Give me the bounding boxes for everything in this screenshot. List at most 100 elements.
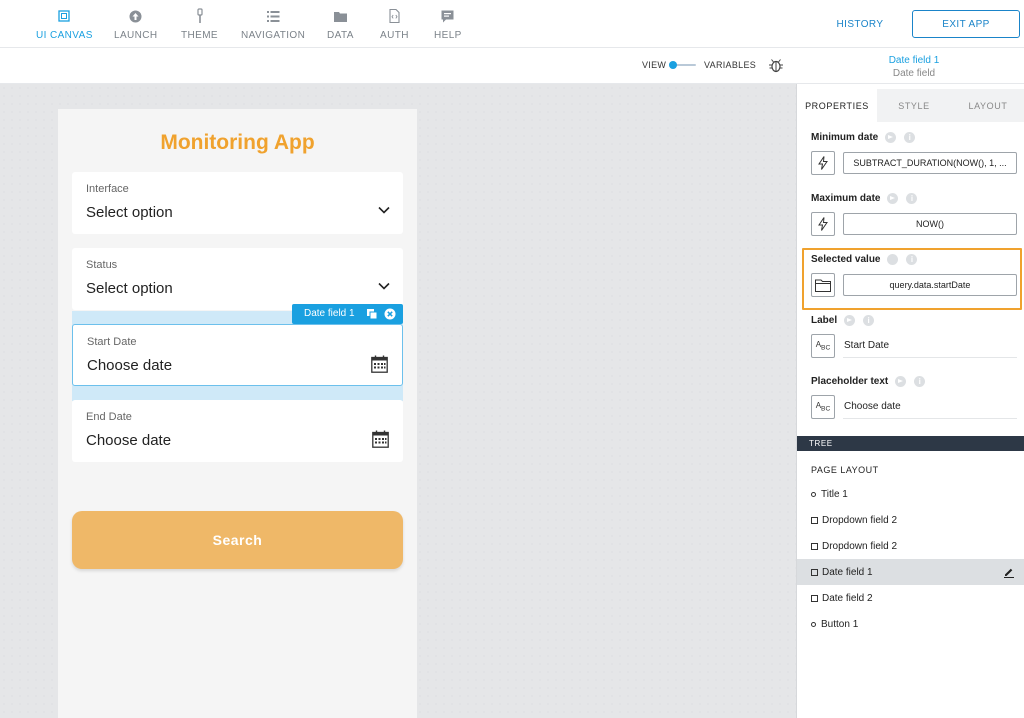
field-value: Choose date: [86, 432, 172, 449]
equals-icon[interactable]: [887, 254, 899, 265]
tree-item-dropdown-field[interactable]: Dropdown field 2: [797, 507, 1024, 533]
tree-item-date-field-1[interactable]: Date field 1: [797, 559, 1024, 585]
field-value: Select option: [86, 280, 173, 297]
text-type-icon: ABC: [815, 340, 831, 352]
placeholder-value[interactable]: Choose date: [843, 395, 1017, 419]
app-title[interactable]: Monitoring App: [58, 131, 417, 155]
calendar-icon: [371, 355, 388, 373]
property-title: Minimum date: [811, 132, 879, 143]
arrow-icon[interactable]: [885, 132, 897, 143]
end-date-field[interactable]: End Date Choose date: [72, 400, 403, 462]
info-icon[interactable]: i: [906, 254, 918, 265]
nav-navigation[interactable]: NAVIGATION: [241, 8, 305, 41]
tree-header: TREE: [797, 436, 1024, 451]
folder-icon: [332, 8, 348, 24]
formula-type-button[interactable]: [811, 151, 835, 175]
nav-label: THEME: [181, 30, 218, 41]
nav-theme[interactable]: THEME: [181, 8, 218, 41]
arrow-icon[interactable]: [895, 376, 907, 387]
variables-label: VARIABLES: [704, 60, 757, 70]
selection-tag[interactable]: Date field 1: [292, 304, 403, 324]
tree-item-label: Date field 1: [822, 566, 873, 578]
property-row: NOW(): [811, 212, 1017, 236]
history-button[interactable]: HISTORY: [826, 12, 894, 36]
nav-launch[interactable]: LAUNCH: [114, 8, 158, 41]
tree-item-label: Dropdown field 2: [822, 540, 898, 552]
status-dropdown[interactable]: Status Select option: [72, 248, 403, 310]
tree-item-date-field-2[interactable]: Date field 2: [797, 585, 1024, 611]
nav-label: HELP: [434, 30, 462, 41]
tab-properties[interactable]: PROPERTIES: [797, 89, 877, 122]
selected-value-property: Selected value i query.data.startDate: [811, 254, 1017, 297]
field-label: Status: [86, 259, 118, 271]
field-label: Start Date: [87, 336, 137, 348]
arrow-icon[interactable]: [887, 193, 899, 204]
bug-icon[interactable]: [768, 57, 784, 73]
calendar-icon: [372, 430, 389, 448]
launch-icon: [128, 8, 144, 24]
arrow-icon[interactable]: [844, 315, 856, 326]
info-icon[interactable]: i: [914, 376, 926, 387]
label-value[interactable]: Start Date: [843, 334, 1017, 358]
close-icon[interactable]: [384, 308, 396, 320]
label-property: Label i ABC Start Date: [811, 315, 1017, 358]
copy-icon[interactable]: [366, 308, 378, 320]
nav-auth[interactable]: AUTH: [380, 8, 409, 41]
toggle-knob: [669, 61, 677, 69]
edit-icon[interactable]: [1003, 566, 1015, 578]
tree-item-label: Button 1: [821, 618, 859, 630]
selection-tag-label: Date field 1: [304, 308, 355, 319]
chevron-down-icon: [378, 206, 390, 214]
app-preview: Monitoring App Interface Select option S…: [58, 109, 417, 718]
text-type-button[interactable]: ABC: [811, 395, 835, 419]
folder-icon: [815, 279, 831, 292]
help-icon: [440, 8, 456, 24]
interface-dropdown[interactable]: Interface Select option: [72, 172, 403, 234]
property-title: Maximum date: [811, 193, 881, 204]
info-icon[interactable]: i: [904, 132, 916, 143]
field-value: Choose date: [87, 357, 173, 374]
field-label: Interface: [86, 183, 129, 195]
nav-label: AUTH: [380, 30, 409, 41]
nav-ui-canvas[interactable]: UI CANVAS: [36, 8, 93, 41]
square-icon: [811, 568, 818, 576]
start-date-field[interactable]: Start Date Choose date: [72, 324, 403, 386]
selected-component-name: Date field 1: [888, 55, 940, 66]
formula-type-button[interactable]: [811, 212, 835, 236]
view-variables-toggle[interactable]: [668, 59, 698, 71]
selected-component-type: Date field: [892, 68, 936, 79]
exit-app-button[interactable]: EXIT APP: [912, 10, 1020, 38]
properties-panel: PROPERTIES STYLE LAYOUT Minimum date i S…: [796, 84, 1024, 718]
placeholder-property: Placeholder text i ABC Choose date: [811, 376, 1017, 419]
nav-help[interactable]: HELP: [434, 8, 462, 41]
property-title-row: Maximum date i: [811, 193, 1017, 204]
nav-data[interactable]: DATA: [327, 8, 354, 41]
tree-item-dropdown-field[interactable]: Dropdown field 2: [797, 533, 1024, 559]
minimum-date-value[interactable]: SUBTRACT_DURATION(NOW(), 1, ...: [843, 152, 1017, 174]
info-icon[interactable]: i: [863, 315, 875, 326]
maximum-date-value[interactable]: NOW(): [843, 213, 1017, 235]
property-row: ABC Choose date: [811, 395, 1017, 419]
minimum-date-property: Minimum date i SUBTRACT_DURATION(NOW(), …: [811, 132, 1017, 175]
tab-style[interactable]: STYLE: [877, 89, 951, 122]
circle-icon: [811, 621, 816, 627]
tree-item-button-1[interactable]: Button 1: [797, 611, 1024, 637]
view-label: VIEW: [642, 60, 667, 70]
tree-item-label: Date field 2: [822, 592, 873, 604]
nav-label: UI CANVAS: [36, 30, 93, 41]
tab-layout[interactable]: LAYOUT: [951, 89, 1024, 122]
ui-canvas: Monitoring App Interface Select option S…: [0, 84, 796, 718]
maximum-date-property: Maximum date i NOW(): [811, 193, 1017, 236]
square-icon: [811, 594, 818, 602]
selected-value-value[interactable]: query.data.startDate: [843, 274, 1017, 296]
info-icon[interactable]: i: [906, 193, 918, 204]
lightning-icon: [818, 217, 828, 231]
tree-item-title-1[interactable]: Title 1: [797, 481, 1024, 507]
text-type-button[interactable]: ABC: [811, 334, 835, 358]
property-title: Label: [811, 315, 838, 326]
search-button[interactable]: Search: [72, 511, 403, 569]
data-type-button[interactable]: [811, 273, 835, 297]
chevron-down-icon: [378, 282, 390, 290]
circle-icon: [811, 491, 816, 497]
square-icon: [811, 516, 818, 524]
